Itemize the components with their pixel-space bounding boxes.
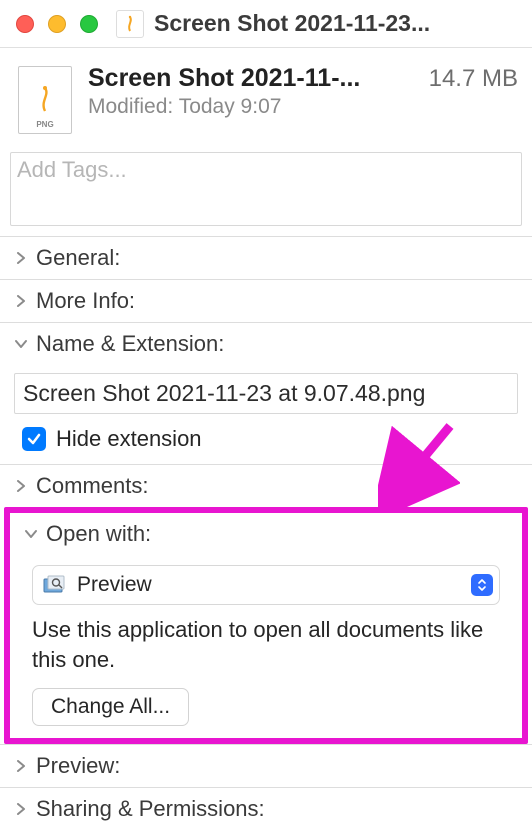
annotation-highlight-box: Open with: Preview Use this applicat bbox=[4, 507, 528, 744]
chevron-right-icon bbox=[12, 757, 30, 775]
dropdown-arrows-icon bbox=[471, 574, 493, 596]
open-with-help-text: Use this application to open all documen… bbox=[32, 615, 500, 674]
hide-extension-checkbox[interactable] bbox=[22, 427, 46, 451]
chevron-down-icon bbox=[12, 335, 30, 353]
section-open-with[interactable]: Open with: bbox=[10, 513, 522, 555]
section-title-general: General: bbox=[36, 245, 120, 271]
close-window-button[interactable] bbox=[16, 15, 34, 33]
open-with-dropdown[interactable]: Preview bbox=[32, 565, 500, 605]
section-preview[interactable]: Preview: bbox=[0, 744, 532, 787]
tags-input[interactable]: Add Tags... bbox=[10, 152, 522, 226]
section-title-comments: Comments: bbox=[36, 473, 148, 499]
file-size: 14.7 MB bbox=[429, 65, 518, 93]
section-title-open-with: Open with: bbox=[46, 521, 151, 547]
minimize-window-button[interactable] bbox=[48, 15, 66, 33]
section-sharing[interactable]: Sharing & Permissions: bbox=[0, 787, 532, 830]
open-with-app-name: Preview bbox=[77, 573, 471, 597]
file-header: PNG Screen Shot 2021-11-... 14.7 MB Modi… bbox=[0, 48, 532, 146]
modified-row: Modified: Today 9:07 bbox=[88, 95, 518, 119]
preview-app-icon bbox=[41, 574, 67, 596]
hide-extension-label: Hide extension bbox=[56, 426, 202, 452]
fullscreen-window-button[interactable] bbox=[80, 15, 98, 33]
section-title-more-info: More Info: bbox=[36, 288, 135, 314]
section-title-name-ext: Name & Extension: bbox=[36, 331, 224, 357]
chevron-down-icon bbox=[22, 525, 40, 543]
file-icon: PNG bbox=[14, 64, 76, 136]
section-general[interactable]: General: bbox=[0, 236, 532, 279]
chevron-right-icon bbox=[12, 477, 30, 495]
section-title-sharing: Sharing & Permissions: bbox=[36, 796, 265, 822]
hide-extension-row[interactable]: Hide extension bbox=[22, 426, 510, 452]
filename-input[interactable]: Screen Shot 2021-11-23 at 9.07.48.png bbox=[14, 373, 518, 414]
traffic-lights bbox=[16, 15, 98, 33]
file-name: Screen Shot 2021-11-... bbox=[88, 64, 417, 93]
chevron-right-icon bbox=[12, 800, 30, 818]
modified-label: Modified: bbox=[88, 95, 173, 118]
titlebar: Screen Shot 2021-11-23... bbox=[0, 0, 532, 48]
section-title-preview: Preview: bbox=[36, 753, 120, 779]
tags-placeholder: Add Tags... bbox=[17, 157, 127, 182]
section-name-ext[interactable]: Name & Extension: bbox=[0, 322, 532, 365]
change-all-button[interactable]: Change All... bbox=[32, 688, 189, 726]
section-more-info[interactable]: More Info: bbox=[0, 279, 532, 322]
file-type-badge: PNG bbox=[36, 120, 53, 129]
window-title: Screen Shot 2021-11-23... bbox=[154, 10, 430, 37]
modified-value: Today 9:07 bbox=[179, 95, 282, 118]
title-file-icon bbox=[116, 10, 144, 38]
section-comments[interactable]: Comments: bbox=[0, 464, 532, 507]
chevron-right-icon bbox=[12, 249, 30, 267]
chevron-right-icon bbox=[12, 292, 30, 310]
